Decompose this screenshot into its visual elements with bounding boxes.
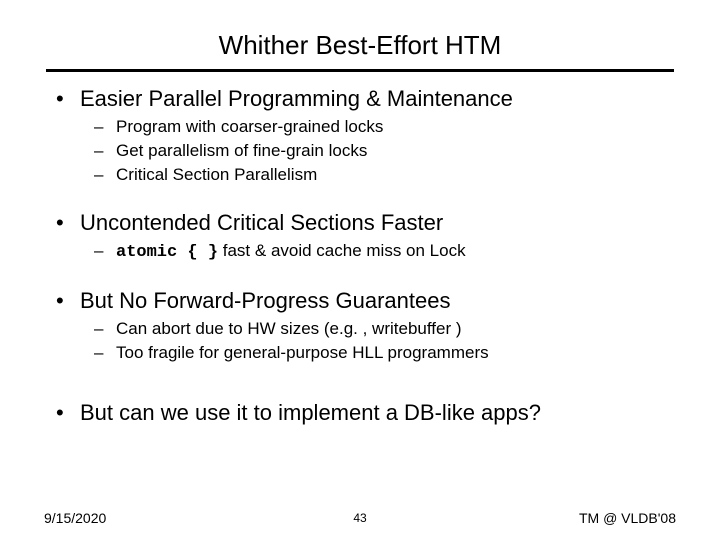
sub-bullet-item: – atomic { } fast & avoid cache miss on … <box>94 240 664 264</box>
bullet-item: • But can we use it to implement a DB-li… <box>56 400 664 426</box>
sub-bullet-glyph: – <box>94 318 116 340</box>
bullet-text: Easier Parallel Programming & Maintenanc… <box>80 86 513 112</box>
sub-bullet-text: Critical Section Parallelism <box>116 164 317 186</box>
bullet-text: Uncontended Critical Sections Faster <box>80 210 443 236</box>
code-span: atomic { } <box>116 243 218 262</box>
sub-bullet-text: Too fragile for general-purpose HLL prog… <box>116 342 489 364</box>
sub-bullet-item: – Critical Section Parallelism <box>94 164 664 186</box>
bullet-list-level1: • Easier Parallel Programming & Maintena… <box>56 86 664 426</box>
bullet-list-level2: – Can abort due to HW sizes (e.g. , writ… <box>94 318 664 364</box>
sub-bullet-glyph: – <box>94 342 116 364</box>
bullet-list-level2: – Program with coarser-grained locks – G… <box>94 116 664 186</box>
bullet-glyph: • <box>56 86 80 112</box>
sub-bullet-text: atomic { } fast & avoid cache miss on Lo… <box>116 240 466 264</box>
bullet-item: • Uncontended Critical Sections Faster –… <box>56 210 664 264</box>
bullet-item: • Easier Parallel Programming & Maintena… <box>56 86 664 186</box>
sub-bullet-glyph: – <box>94 240 116 262</box>
footer-venue: TM @ VLDB'08 <box>579 510 676 526</box>
bullet-row: • But No Forward-Progress Guarantees <box>56 288 664 314</box>
slide-title: Whither Best-Effort HTM <box>38 0 682 69</box>
footer-date: 9/15/2020 <box>44 510 106 526</box>
bullet-list-level2: – atomic { } fast & avoid cache miss on … <box>94 240 664 264</box>
sub-bullet-text: Program with coarser-grained locks <box>116 116 383 138</box>
footer-page: 43 <box>353 511 366 525</box>
sub-bullet-item: – Can abort due to HW sizes (e.g. , writ… <box>94 318 664 340</box>
title-rule <box>46 69 674 72</box>
sub-bullet-item: – Program with coarser-grained locks <box>94 116 664 138</box>
slide: Whither Best-Effort HTM • Easier Paralle… <box>0 0 720 540</box>
sub-bullet-item: – Too fragile for general-purpose HLL pr… <box>94 342 664 364</box>
sub-bullet-glyph: – <box>94 116 116 138</box>
bullet-text: But can we use it to implement a DB-like… <box>80 400 541 426</box>
sub-bullet-glyph: – <box>94 140 116 162</box>
bullet-row: • Uncontended Critical Sections Faster <box>56 210 664 236</box>
slide-footer: 9/15/2020 43 TM @ VLDB'08 <box>0 510 720 526</box>
sub-bullet-text: Can abort due to HW sizes (e.g. , writeb… <box>116 318 462 340</box>
bullet-row: • But can we use it to implement a DB-li… <box>56 400 664 426</box>
sub-bullet-item: – Get parallelism of fine-grain locks <box>94 140 664 162</box>
bullet-text: But No Forward-Progress Guarantees <box>80 288 451 314</box>
sub-bullet-glyph: – <box>94 164 116 186</box>
sub-bullet-text: Get parallelism of fine-grain locks <box>116 140 367 162</box>
bullet-row: • Easier Parallel Programming & Maintena… <box>56 86 664 112</box>
bullet-glyph: • <box>56 400 80 426</box>
bullet-glyph: • <box>56 210 80 236</box>
sub-bullet-rest: fast & avoid cache miss on Lock <box>218 241 466 260</box>
bullet-glyph: • <box>56 288 80 314</box>
slide-content: • Easier Parallel Programming & Maintena… <box>38 86 682 426</box>
bullet-item: • But No Forward-Progress Guarantees – C… <box>56 288 664 364</box>
